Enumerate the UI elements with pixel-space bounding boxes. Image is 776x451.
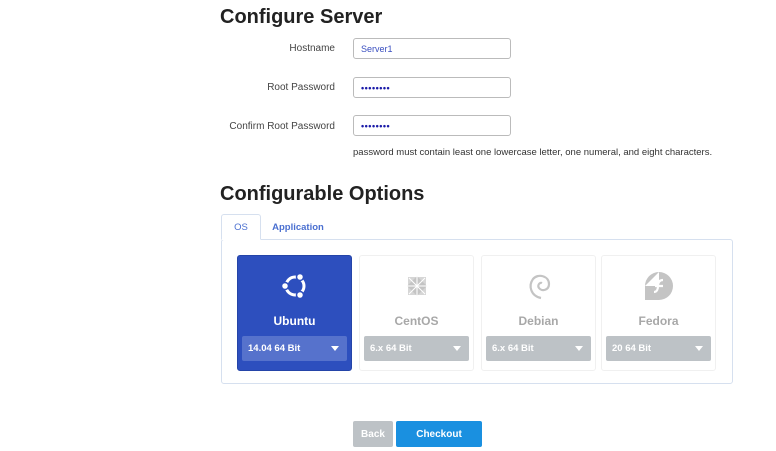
chevron-down-icon xyxy=(331,346,339,351)
configurable-options-title: Configurable Options xyxy=(220,183,425,205)
configure-server-title: Configure Server xyxy=(220,6,383,28)
back-button[interactable]: Back xyxy=(353,421,393,447)
version-select-fedora[interactable]: 20 64 Bit xyxy=(606,336,711,361)
hostname-label: Hostname xyxy=(289,43,335,54)
fedora-icon xyxy=(644,272,673,300)
hostname-input[interactable]: Server1 xyxy=(353,38,511,59)
debian-icon xyxy=(529,274,550,300)
os-card-debian[interactable]: Debian 6.x 64 Bit xyxy=(481,255,596,371)
confirm-password-input[interactable]: •••••••• xyxy=(353,115,511,136)
root-password-input[interactable]: •••••••• xyxy=(353,77,511,98)
os-card-fedora[interactable]: Fedora 20 64 Bit xyxy=(601,255,716,371)
version-select-debian[interactable]: 6.x 64 Bit xyxy=(486,336,591,361)
version-select-centos[interactable]: 6.x 64 Bit xyxy=(364,336,469,361)
version-value: 20 64 Bit xyxy=(612,343,652,354)
os-card-centos[interactable]: CentOS 6.x 64 Bit xyxy=(359,255,474,371)
os-name: Fedora xyxy=(638,314,679,328)
root-password-label: Root Password xyxy=(267,82,335,93)
os-name: CentOS xyxy=(394,314,439,328)
os-name: Debian xyxy=(518,314,559,328)
chevron-down-icon xyxy=(575,346,583,351)
ubuntu-icon xyxy=(280,272,305,300)
tab-application[interactable]: Application xyxy=(266,214,330,240)
confirm-password-label: Confirm Root Password xyxy=(229,121,335,132)
chevron-down-icon xyxy=(695,346,703,351)
checkout-button[interactable]: Checkout xyxy=(396,421,482,447)
version-value: 14.04 64 Bit xyxy=(248,343,301,354)
version-value: 6.x 64 Bit xyxy=(492,343,534,354)
version-select-ubuntu[interactable]: 14.04 64 Bit xyxy=(242,336,347,361)
chevron-down-icon xyxy=(453,346,461,351)
tab-os[interactable]: OS xyxy=(221,214,261,240)
version-value: 6.x 64 Bit xyxy=(370,343,412,354)
centos-icon xyxy=(404,274,429,298)
password-hint: password must contain least one lowercas… xyxy=(353,147,713,158)
os-name: Ubuntu xyxy=(273,314,316,328)
os-card-ubuntu[interactable]: Ubuntu 14.04 64 Bit xyxy=(237,255,352,371)
